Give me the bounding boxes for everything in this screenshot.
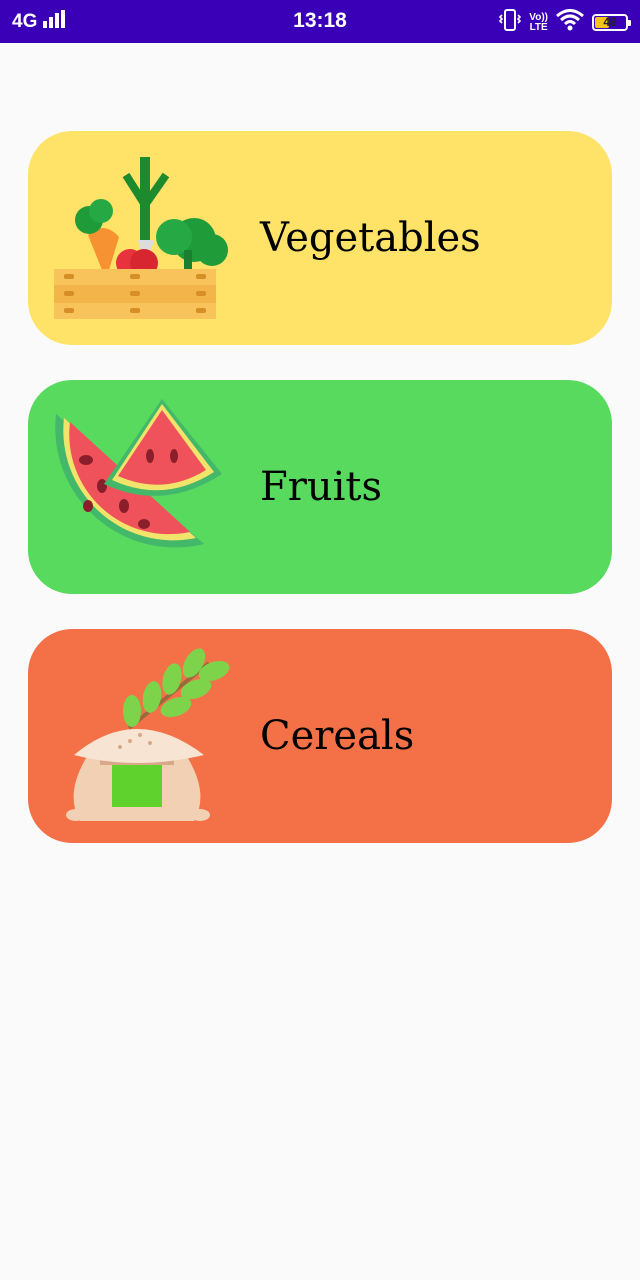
battery-icon: 48	[592, 14, 631, 31]
volte-indicator: Vo)) LTE	[529, 11, 548, 33]
watermelon-icon	[44, 394, 234, 584]
vibrate-icon	[499, 8, 522, 37]
volte-top: Vo))	[529, 11, 548, 23]
battery-level: 48	[603, 15, 617, 29]
volte-bottom: LTE	[529, 21, 548, 33]
category-label-cereals: Cereals	[260, 713, 415, 759]
status-bar: 4G 13:18 Vo)) LTE 48	[0, 0, 640, 43]
category-label-fruits: Fruits	[260, 464, 383, 510]
grain-sack-icon	[44, 643, 234, 833]
wifi-icon	[556, 9, 584, 36]
category-card-vegetables[interactable]: Vegetables	[28, 131, 612, 345]
status-right: Vo)) LTE 48	[499, 8, 631, 37]
battery-tip	[628, 20, 631, 26]
vegetable-crate-icon	[44, 145, 234, 335]
category-card-fruits[interactable]: Fruits	[28, 380, 612, 594]
category-card-cereals[interactable]: Cereals	[28, 629, 612, 843]
category-label-vegetables: Vegetables	[260, 215, 481, 261]
